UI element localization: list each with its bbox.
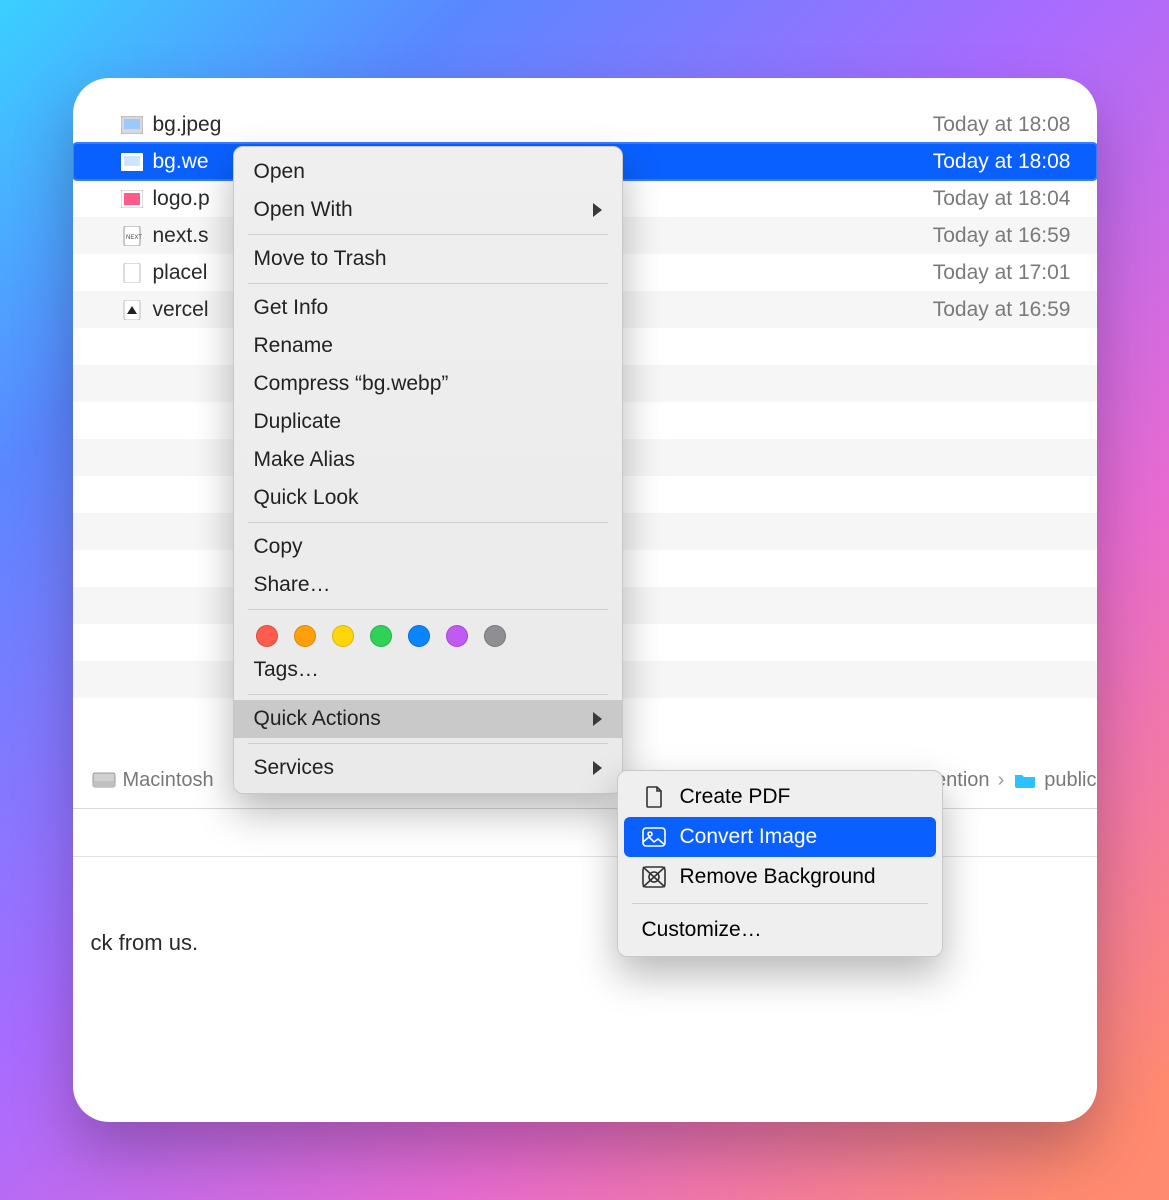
tag-dot-blue[interactable] — [408, 625, 430, 647]
divider — [73, 808, 1097, 809]
svg-text:NEXT: NEXT — [126, 235, 142, 241]
qa-customize[interactable]: Customize… — [624, 910, 936, 950]
tag-dot-purple[interactable] — [446, 625, 468, 647]
file-date: Today at 17:01 — [933, 261, 1071, 285]
image-file-icon — [121, 190, 143, 208]
menu-share[interactable]: Share… — [234, 566, 622, 604]
chevron-right-icon: › — [996, 769, 1007, 792]
menu-rename[interactable]: Rename — [234, 327, 622, 365]
image-icon — [642, 826, 666, 848]
menu-tags[interactable]: Tags… — [234, 651, 622, 689]
menu-label: Quick Actions — [254, 707, 381, 731]
menu-label: Services — [254, 756, 335, 780]
remove-bg-icon — [642, 866, 666, 888]
file-name: vercel — [153, 298, 209, 322]
menu-open[interactable]: Open — [234, 153, 622, 191]
menu-copy[interactable]: Copy — [234, 528, 622, 566]
menu-make-alias[interactable]: Make Alias — [234, 441, 622, 479]
disk-icon — [91, 770, 117, 790]
file-name: next.s — [153, 224, 209, 248]
tag-colors — [234, 615, 622, 651]
file-name: bg.we — [153, 150, 209, 174]
qa-remove-background[interactable]: Remove Background — [624, 857, 936, 897]
document-icon — [642, 786, 666, 808]
menu-move-to-trash[interactable]: Move to Trash — [234, 240, 622, 278]
menu-quick-look[interactable]: Quick Look — [234, 479, 622, 517]
path-disk: Macintosh — [123, 769, 214, 792]
file-date: Today at 18:08 — [933, 113, 1071, 137]
menu-label: Open With — [254, 198, 353, 222]
footer-text: ck from us. — [73, 930, 199, 956]
file-date: Today at 16:59 — [933, 224, 1071, 248]
qa-create-pdf[interactable]: Create PDF — [624, 777, 936, 817]
tag-dot-gray[interactable] — [484, 625, 506, 647]
document-file-icon — [121, 264, 143, 282]
path-seg: public — [1044, 769, 1096, 792]
menu-open-with[interactable]: Open With — [234, 191, 622, 229]
tag-dot-red[interactable] — [256, 625, 278, 647]
document-file-icon — [121, 301, 143, 319]
document-file-icon: NEXT — [121, 227, 143, 245]
menu-compress[interactable]: Compress “bg.webp” — [234, 365, 622, 403]
quick-actions-submenu: Create PDF Convert Image Remove Backgrou… — [617, 770, 943, 957]
divider — [73, 856, 1097, 857]
qa-label: Customize… — [642, 918, 762, 942]
qa-label: Convert Image — [680, 825, 818, 849]
file-date: Today at 18:08 — [933, 150, 1071, 174]
file-name: logo.p — [153, 187, 210, 211]
menu-get-info[interactable]: Get Info — [234, 289, 622, 327]
image-file-icon — [121, 153, 143, 171]
tag-dot-orange[interactable] — [294, 625, 316, 647]
tag-dot-green[interactable] — [370, 625, 392, 647]
file-date: Today at 18:04 — [933, 187, 1071, 211]
context-menu: Open Open With Move to Trash Get Info Re… — [233, 146, 623, 794]
file-name: placel — [153, 261, 208, 285]
menu-duplicate[interactable]: Duplicate — [234, 403, 622, 441]
image-file-icon — [121, 116, 143, 134]
tag-dot-yellow[interactable] — [332, 625, 354, 647]
finder-window: bg.jpeg Today at 18:08 bg.we Today at 18… — [73, 78, 1097, 1122]
file-date: Today at 16:59 — [933, 298, 1071, 322]
file-row[interactable]: bg.jpeg Today at 18:08 — [73, 106, 1097, 143]
qa-convert-image[interactable]: Convert Image — [624, 817, 936, 857]
file-name: bg.jpeg — [153, 113, 222, 137]
qa-label: Remove Background — [680, 865, 876, 889]
menu-quick-actions[interactable]: Quick Actions — [234, 700, 622, 738]
menu-services[interactable]: Services — [234, 749, 622, 787]
folder-icon — [1012, 770, 1038, 790]
qa-label: Create PDF — [680, 785, 791, 809]
